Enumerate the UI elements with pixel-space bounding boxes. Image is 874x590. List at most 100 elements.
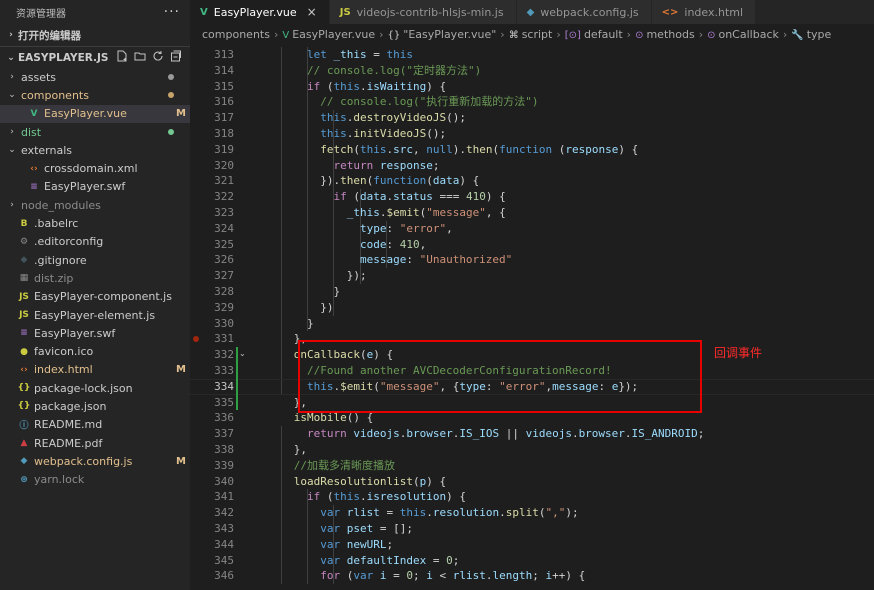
tab-webpack-config-js[interactable]: ◆ webpack.config.js: [516, 0, 652, 24]
close-icon[interactable]: ×: [307, 5, 317, 19]
breadcrumb-item-easyplayer-vue[interactable]: {} "EasyPlayer.vue": [388, 28, 497, 41]
line-number: 336: [214, 411, 234, 425]
code-text: this.$emit("message", {type: "error",mes…: [306, 379, 639, 393]
more-actions-icon[interactable]: ···: [164, 4, 180, 20]
tree-item-webpack-config-js[interactable]: ◆ webpack.config.js M: [0, 452, 190, 470]
refresh-icon[interactable]: [152, 50, 164, 65]
code-text: isMobile() {: [293, 411, 374, 425]
code-line: 314 // console.log("定时器方法"): [190, 63, 874, 79]
code-text: //加载多清晰度播放: [293, 458, 395, 472]
tree-item-easyplayer-vue[interactable]: V EasyPlayer.vue M: [0, 104, 190, 123]
code-line: 337 return videojs.browser.IS_IOS || vid…: [190, 426, 874, 442]
tree-item-yarn-lock[interactable]: ⊛ yarn.lock: [0, 471, 190, 489]
tree-item-package-json[interactable]: {} package.json: [0, 397, 190, 415]
line-number: 341: [214, 490, 234, 504]
tree-item-externals[interactable]: ⌄ externals: [0, 141, 190, 159]
code-line: 342 var rlist = this.resolution.split(",…: [190, 505, 874, 521]
annotation-label: 回调事件: [714, 346, 763, 360]
tree-item-readme-md[interactable]: ⓘ README.md: [0, 416, 190, 434]
tab-label: EasyPlayer.vue: [213, 5, 297, 19]
tree-item-node-modules[interactable]: › node_modules: [0, 196, 190, 214]
tree-item--editorconfig[interactable]: ⚙ .editorconfig: [0, 233, 190, 251]
line-number: 335: [214, 395, 234, 409]
code-line: 335 },: [190, 395, 874, 411]
breadcrumb-label: script: [521, 28, 553, 41]
code-text: },: [293, 395, 307, 409]
code-text: var defaultIndex = 0;: [320, 553, 460, 567]
chevron-right-icon: ›: [9, 30, 13, 40]
code-line: 328 }: [190, 284, 874, 300]
line-number: 323: [214, 206, 234, 219]
line-number: 313: [214, 48, 234, 61]
code-text: fetch(this.src, null).then(function (res…: [320, 142, 639, 156]
tree-item-readme-pdf[interactable]: ▲ README.pdf: [0, 434, 190, 452]
tree-item-package-lock-json[interactable]: {} package-lock.json: [0, 379, 190, 397]
code-text: //Found another AVCDecoderConfigurationR…: [306, 364, 612, 377]
new-folder-icon[interactable]: [134, 50, 146, 65]
breadcrumb-item-easyplayer-vue[interactable]: V EasyPlayer.vue: [282, 28, 375, 41]
html-file-icon: ‹›: [20, 364, 28, 375]
line-number: 333: [214, 364, 234, 377]
code-line: 338 },: [190, 442, 874, 458]
fold-chevron-icon[interactable]: ⌄: [239, 349, 246, 358]
code-editor[interactable]: 313 let _this = this 314 // console.log("…: [190, 45, 874, 590]
symbol-icon: [⊙]: [564, 30, 581, 41]
tree-item-components[interactable]: ⌄ components: [0, 86, 190, 104]
git-status-dot: [168, 92, 174, 99]
open-editors-section[interactable]: › 打开的编辑器: [0, 24, 190, 46]
breadcrumb-item-script[interactable]: ⌘ script: [509, 28, 553, 41]
line-number: 330: [214, 316, 234, 330]
tree-item-label: components: [21, 88, 89, 102]
breadcrumb-item-components[interactable]: components: [202, 28, 270, 41]
code-line: 339 //加载多清晰度播放: [190, 458, 874, 474]
code-text: if (this.isWaiting) {: [306, 79, 447, 93]
file-type-icon: ◆: [526, 6, 535, 18]
tab-index-html[interactable]: <> index.html: [651, 0, 757, 24]
line-number: 340: [214, 474, 234, 488]
chevron-right-icon: ›: [379, 28, 384, 41]
tree-item-favicon-ico[interactable]: ● favicon.ico: [0, 342, 190, 360]
breadcrumb-item-type[interactable]: 🔧 type: [791, 28, 831, 41]
project-section[interactable]: ⌄ EASYPLAYER.JS: [0, 46, 190, 68]
tree-item--babelrc[interactable]: B .babelrc: [0, 214, 190, 232]
file-type-icon: <>: [661, 6, 679, 18]
tree-item-easyplayer-element-js[interactable]: JS EasyPlayer-element.js: [0, 306, 190, 324]
project-name: EASYPLAYER.JS: [18, 51, 109, 64]
tab-easyplayer-vue[interactable]: V EasyPlayer.vue ×: [190, 0, 330, 24]
tree-item-crossdomain-xml[interactable]: ‹› crossdomain.xml: [0, 159, 190, 177]
tree-item-easyplayer-swf[interactable]: ≡ EasyPlayer.swf: [0, 324, 190, 342]
line-number: 327: [214, 269, 234, 283]
tree-item-dist-zip[interactable]: ▦ dist.zip: [0, 269, 190, 287]
xml-file-icon: ‹›: [30, 163, 38, 174]
new-file-icon[interactable]: [116, 50, 128, 65]
symbol-icon: ⌘: [508, 30, 519, 41]
file-type-icon: V: [200, 6, 208, 18]
line-number: 346: [214, 569, 234, 583]
symbol-icon: {}: [387, 30, 401, 41]
tree-item-assets[interactable]: › assets: [0, 68, 190, 86]
collapse-all-icon[interactable]: [170, 50, 182, 65]
breadcrumb-item-default[interactable]: [⊙] default: [565, 28, 623, 41]
line-number: 329: [214, 300, 234, 314]
breadcrumb-item-methods[interactable]: ⊙ methods: [635, 28, 695, 41]
file-tree: › assets ⌄ components V EasyPlayer.vue M › dist ⌄…: [0, 68, 190, 489]
chevron-down-icon: ⌄: [7, 52, 15, 63]
tree-item--gitignore[interactable]: ◆ .gitignore: [0, 251, 190, 269]
tree-item-dist[interactable]: › dist: [0, 123, 190, 141]
symbol-icon: 🔧: [791, 30, 804, 41]
js-file-icon: JS: [19, 310, 29, 320]
tree-item-easyplayer-component-js[interactable]: JS EasyPlayer-component.js: [0, 288, 190, 306]
code-line: 316 // console.log("执行重新加载的方法"): [190, 94, 874, 110]
code-line: 322 if (data.status === 410) {: [190, 189, 874, 205]
tree-item-label: favicon.ico: [34, 345, 94, 359]
tree-item-label: EasyPlayer-component.js: [34, 290, 172, 304]
tree-item-easyplayer-swf[interactable]: ≡ EasyPlayer.swf: [0, 178, 190, 196]
line-number: 332: [214, 348, 234, 362]
code-line: 315 if (this.isWaiting) {: [190, 79, 874, 95]
tree-item-index-html[interactable]: ‹› index.html M: [0, 361, 190, 379]
code-line: 346 for (var i = 0; i < rlist.length; i+…: [190, 568, 874, 584]
code-line: 334 this.$emit("message", {type: "error"…: [190, 379, 874, 395]
breadcrumb-item-oncallback[interactable]: ⊙ onCallback: [707, 28, 779, 41]
tab-videojs-contrib-hlsjs-min-js[interactable]: JS videojs-contrib-hlsjs-min.js: [329, 0, 517, 24]
breadcrumb-label: components: [202, 28, 270, 41]
